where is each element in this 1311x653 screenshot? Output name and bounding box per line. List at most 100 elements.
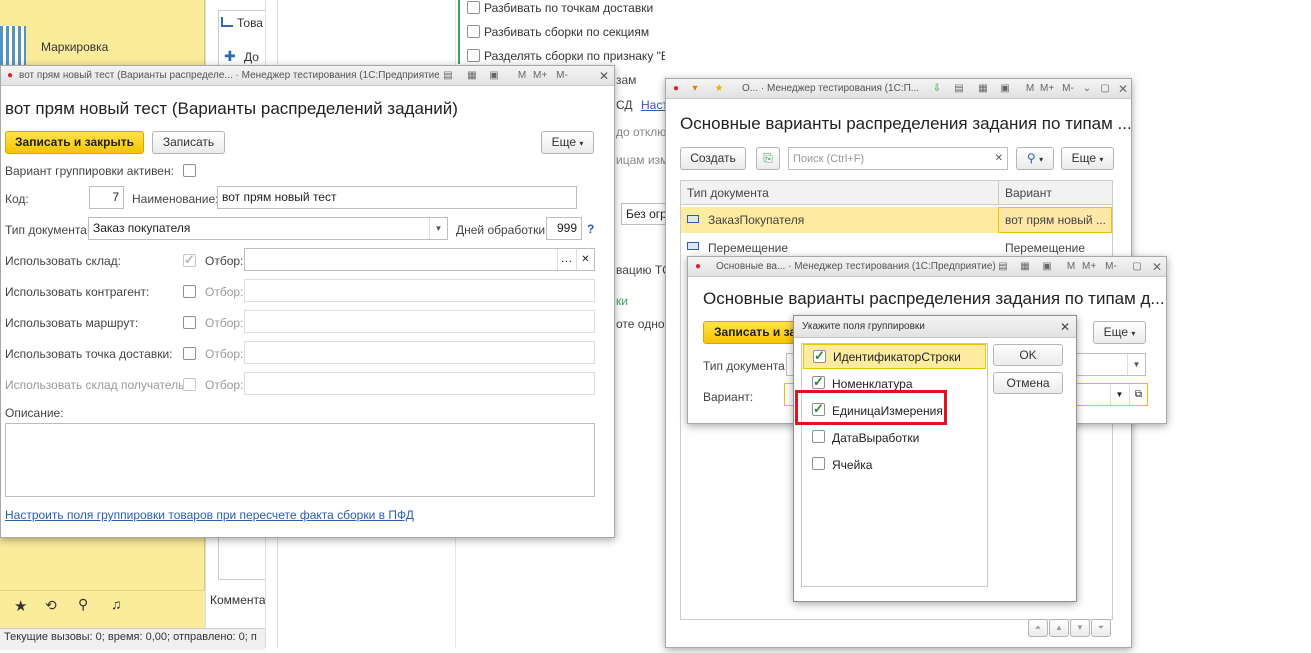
page-title: Основные варианты распределения задания … xyxy=(680,114,1132,133)
history-icon[interactable]: ⟲ xyxy=(45,597,57,614)
list-item[interactable]: ИдентификаторСтроки xyxy=(803,344,986,369)
memory-minus-icon[interactable]: M- xyxy=(555,69,569,83)
code-field[interactable]: 7 xyxy=(89,186,124,209)
doctype-field[interactable]: Заказ покупателя ▼ xyxy=(88,217,448,240)
dropdown-icon[interactable]: ▼ xyxy=(429,218,447,239)
memory-icon[interactable]: M xyxy=(1023,82,1037,96)
dropdown-icon[interactable]: ▼ xyxy=(1110,384,1128,405)
calendar-icon[interactable]: ▣ xyxy=(1040,260,1054,274)
print-icon-2[interactable]: ▤ xyxy=(952,82,966,96)
list-item[interactable]: ДатаВыработки xyxy=(803,425,986,450)
window-titlebar[interactable]: ● ▾ ★ О... · Менеджер тестирования (1С:П… xyxy=(666,79,1131,99)
more-button[interactable]: Еще ▾ xyxy=(541,131,594,154)
clear-search-icon[interactable]: ✕ xyxy=(995,148,1003,169)
memory-icon[interactable]: M xyxy=(1064,260,1078,274)
memory-plus-icon[interactable]: M+ xyxy=(1040,82,1054,96)
open-icon[interactable]: ⧉ xyxy=(1129,384,1147,405)
table-icon[interactable]: ▦ xyxy=(1018,260,1032,274)
table-icon[interactable]: ▦ xyxy=(465,69,479,83)
more-button[interactable]: Еще ▾ xyxy=(1093,321,1146,344)
table-row[interactable]: ЗаказПокупателя вот прям новый ... xyxy=(681,207,1112,233)
save-button[interactable]: Записать xyxy=(152,131,225,154)
first-page-icon[interactable]: ⏶ xyxy=(1028,619,1048,637)
field-checkbox[interactable] xyxy=(812,457,825,470)
route-filter-field[interactable] xyxy=(244,310,595,333)
calendar-icon[interactable]: ▣ xyxy=(998,82,1012,96)
close-icon[interactable]: ✕ xyxy=(1150,260,1164,274)
chevron-down-icon[interactable]: ⌄ xyxy=(1080,82,1094,96)
column-header-variant[interactable]: Вариант xyxy=(1005,186,1052,200)
window-titlebar[interactable]: ● вот прям новый тест (Варианты распреде… xyxy=(1,66,614,86)
bell-icon[interactable]: ♫ xyxy=(111,596,122,612)
use-delivery-point-checkbox[interactable] xyxy=(183,347,196,360)
filter-label-5: Отбор: xyxy=(205,378,244,392)
configure-grouping-link[interactable]: Настроить поля группировки товаров при п… xyxy=(5,508,414,522)
copy-button[interactable]: ⎘ xyxy=(756,147,780,170)
group-active-checkbox[interactable] xyxy=(183,164,196,177)
maximize-icon[interactable]: ▢ xyxy=(1098,82,1112,96)
last-page-icon[interactable]: ⏷ xyxy=(1091,619,1111,637)
memory-minus-icon[interactable]: M- xyxy=(1104,260,1118,274)
field-checkbox[interactable] xyxy=(812,430,825,443)
ok-button[interactable]: OK xyxy=(993,344,1063,366)
menu-icon[interactable]: ▾ xyxy=(688,82,702,96)
column-divider xyxy=(998,181,999,205)
bg-option-checkbox-3[interactable] xyxy=(467,49,480,62)
bg-option-checkbox-1[interactable] xyxy=(467,1,480,14)
more-button[interactable]: Еще ▾ xyxy=(1061,147,1114,170)
warehouse-filter-field[interactable]: … ✕ xyxy=(244,248,595,271)
counterparty-filter-field[interactable] xyxy=(244,279,595,302)
use-route-checkbox[interactable] xyxy=(183,316,196,329)
grouping-fields-dialog: Укажите поля группировки ✕ Идентификатор… xyxy=(793,315,1077,602)
delivery-point-filter-field[interactable] xyxy=(244,341,595,364)
cancel-button[interactable]: Отмена xyxy=(993,372,1063,394)
receiver-warehouse-filter-field[interactable] xyxy=(244,372,595,395)
bg-option-checkbox-2[interactable] xyxy=(467,25,480,38)
close-icon[interactable]: ✕ xyxy=(597,69,611,83)
star-icon[interactable]: ★ xyxy=(14,597,27,615)
calendar-icon[interactable]: ▣ xyxy=(487,69,501,83)
search-button[interactable]: ⚲ ▾ xyxy=(1016,147,1054,170)
search-input[interactable]: Поиск (Ctrl+F) ✕ xyxy=(788,147,1008,170)
next-page-icon[interactable]: ▼ xyxy=(1070,619,1090,637)
use-counterparty-checkbox[interactable] xyxy=(183,285,196,298)
add-icon[interactable]: ✚ xyxy=(224,48,236,65)
sidebar-item-marking[interactable]: Маркировка xyxy=(41,40,108,54)
window-titlebar[interactable]: ● Основные ва... · Менеджер тестирования… xyxy=(688,257,1166,277)
help-icon[interactable]: ? xyxy=(587,222,594,236)
use-receiver-warehouse-checkbox[interactable] xyxy=(183,378,196,391)
name-field[interactable]: вот прям новый тест xyxy=(217,186,577,209)
memory-minus-icon[interactable]: M- xyxy=(1061,82,1075,96)
prev-page-icon[interactable]: ▲ xyxy=(1049,619,1069,637)
bg-frag-link[interactable]: Наст xyxy=(641,98,668,112)
use-receiver-warehouse-label: Использовать склад получатель: xyxy=(5,378,188,392)
memory-plus-icon[interactable]: M+ xyxy=(533,69,547,83)
select-icon[interactable]: … xyxy=(557,249,575,270)
dropdown-icon[interactable]: ▼ xyxy=(1127,354,1145,375)
status-text: Текущие вызовы: 0; время: 0,00; отправле… xyxy=(4,631,257,643)
bg-frag-input[interactable]: Без огр xyxy=(621,203,665,225)
clear-icon[interactable]: ✕ xyxy=(576,249,594,270)
save-and-close-button[interactable]: Записать и за xyxy=(703,321,803,344)
memory-plus-icon[interactable]: M+ xyxy=(1082,260,1096,274)
field-checkbox[interactable] xyxy=(812,374,825,390)
print-icon[interactable]: ▤ xyxy=(441,69,455,83)
use-warehouse-checkbox[interactable] xyxy=(183,252,196,268)
dialog-titlebar[interactable]: Укажите поля группировки ✕ xyxy=(794,316,1076,338)
print-icon[interactable]: ⇩ xyxy=(930,82,944,96)
description-field[interactable] xyxy=(5,423,595,497)
days-field[interactable]: 999 xyxy=(546,217,582,240)
memory-icon[interactable]: M xyxy=(515,69,529,83)
search-icon[interactable]: ⚲ xyxy=(78,596,88,613)
save-and-close-button[interactable]: Записать и закрыть xyxy=(5,131,144,154)
column-header-doc-type[interactable]: Тип документа xyxy=(687,186,769,200)
close-icon[interactable]: ✕ xyxy=(1058,320,1072,334)
list-item[interactable]: Ячейка xyxy=(803,452,986,477)
print-icon[interactable]: ▤ xyxy=(996,260,1010,274)
close-icon[interactable]: ✕ xyxy=(1116,82,1130,96)
create-button[interactable]: Создать xyxy=(680,147,746,170)
field-checkbox[interactable] xyxy=(813,348,826,364)
favorite-icon[interactable]: ★ xyxy=(712,82,726,96)
table-icon[interactable]: ▦ xyxy=(976,82,990,96)
maximize-icon[interactable]: ▢ xyxy=(1130,260,1144,274)
